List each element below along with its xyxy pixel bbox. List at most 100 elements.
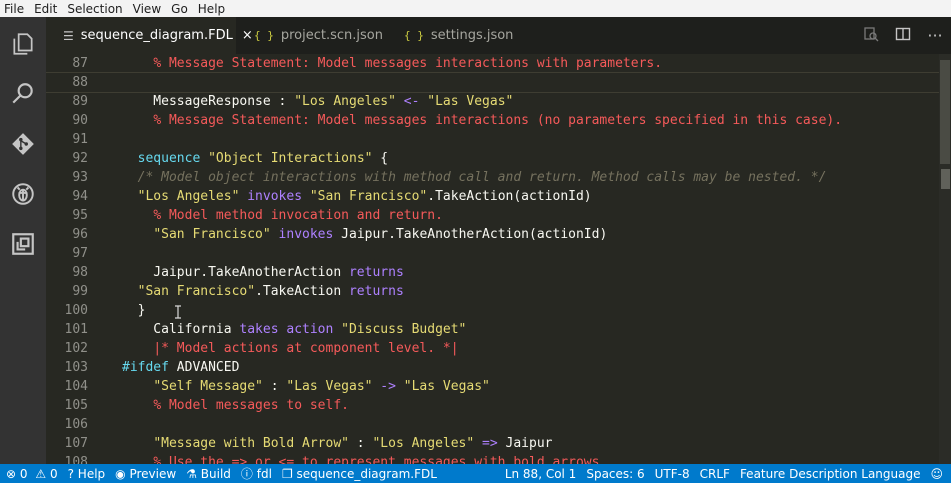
code-line[interactable]: 106: [46, 415, 941, 434]
code-line[interactable]: 101 California takes action "Discuss Bud…: [46, 320, 941, 339]
text-cursor-icon: [174, 305, 182, 319]
fdl-button[interactable]: ⓘ fdl: [236, 465, 277, 482]
code-editor[interactable]: 87 % Message Statement: Model messages i…: [46, 54, 951, 464]
line-number: 96: [72, 227, 88, 242]
code-line[interactable]: 97: [46, 244, 941, 263]
menu-selection[interactable]: Selection: [63, 2, 128, 16]
code-line[interactable]: 105 % Model messages to self.: [46, 396, 941, 415]
line-number: 104: [64, 379, 88, 394]
extensions-icon[interactable]: [8, 229, 38, 259]
line-number: 101: [64, 322, 88, 337]
code-token: invokes: [270, 227, 342, 242]
code-token: takes action: [239, 322, 334, 337]
line-number: 105: [64, 398, 88, 413]
line-number: 92: [72, 151, 88, 166]
menu-help[interactable]: Help: [194, 2, 231, 16]
info-icon: ⓘ: [240, 467, 253, 481]
problems-indicator[interactable]: ⊗ 0 ⚠ 0: [0, 467, 63, 481]
code-token: California: [122, 322, 240, 337]
tab-project-scn-json[interactable]: { } project.scn.json: [236, 17, 386, 54]
code-line[interactable]: 87 % Message Statement: Model messages i…: [46, 54, 941, 73]
encoding[interactable]: UTF-8: [650, 467, 695, 481]
code-token: ADVANCED: [168, 360, 240, 375]
code-line[interactable]: 88: [46, 72, 942, 93]
open-preview-icon[interactable]: [855, 26, 887, 46]
code-token: "Los Angeles": [137, 189, 240, 204]
code-text: % Model method invocation and return.: [122, 206, 443, 225]
code-line[interactable]: 102 |* Model actions at component level.…: [46, 339, 941, 358]
line-ending[interactable]: CRLF: [695, 467, 735, 481]
help-button[interactable]: ? Help: [63, 467, 111, 481]
scrollbar-marker: [941, 169, 950, 189]
line-number: 94: [72, 189, 88, 204]
build-label: Build: [200, 466, 231, 481]
code-line[interactable]: 95 % Model method invocation and return.: [46, 206, 941, 225]
code-line[interactable]: 108 % Use the => or <= to represent mess…: [46, 453, 941, 464]
source-control-icon[interactable]: [8, 129, 38, 159]
search-icon[interactable]: [8, 79, 38, 109]
split-editor-icon[interactable]: [887, 26, 919, 46]
code-line[interactable]: 92 sequence "Object Interactions" {: [46, 149, 941, 168]
scrollbar-thumb[interactable]: [940, 60, 950, 164]
code-token: % Message Statement: Model messages inte…: [153, 56, 663, 71]
debug-icon[interactable]: [8, 179, 38, 209]
line-number: 98: [72, 265, 88, 280]
indentation[interactable]: Spaces: 6: [581, 467, 649, 481]
code-line[interactable]: 96 "San Francisco" invokes Jaipur.TakeAn…: [46, 225, 941, 244]
file-indicator[interactable]: ❐ sequence_diagram.FDL: [277, 467, 442, 481]
code-line[interactable]: 103 #ifdef ADVANCED: [46, 358, 941, 377]
line-number: 95: [72, 208, 88, 223]
line-number: 108: [64, 455, 88, 464]
code-line[interactable]: 99 "San Francisco".TakeAction returns: [46, 282, 941, 301]
line-number: 100: [64, 303, 88, 318]
tab-bar: ☰ sequence_diagram.FDL × { } project.scn…: [46, 17, 951, 54]
build-button[interactable]: ⚗ Build: [181, 467, 236, 481]
code-token: "Los Angeles": [372, 436, 475, 451]
preview-button[interactable]: ◉ Preview: [110, 467, 181, 481]
code-line[interactable]: 89 MessageResponse : "Los Angeles" <- "L…: [46, 92, 941, 111]
json-icon: { }: [254, 29, 274, 42]
more-actions-icon[interactable]: ···: [919, 26, 951, 45]
explorer-icon[interactable]: [8, 29, 38, 59]
code-line[interactable]: 90 % Message Statement: Model messages i…: [46, 111, 941, 130]
code-token: % Model method invocation and return.: [153, 208, 443, 223]
code-line[interactable]: 104 "Self Message" : "Las Vegas" -> "Las…: [46, 377, 941, 396]
error-count: 0: [19, 466, 28, 481]
menu-view[interactable]: View: [129, 2, 167, 16]
warning-count: 0: [49, 466, 58, 481]
tab-label: settings.json: [430, 28, 514, 43]
code-token: % Message Statement: Model messages inte…: [153, 113, 843, 128]
line-number: 103: [64, 360, 88, 375]
vertical-scrollbar[interactable]: [939, 54, 951, 464]
line-number: 107: [64, 436, 88, 451]
warning-icon: ⚠: [35, 466, 47, 481]
code-line[interactable]: 93 /* Model object interactions with met…: [46, 168, 941, 187]
feedback-smiley-icon[interactable]: ☺: [925, 467, 951, 481]
tab-settings-json[interactable]: { } settings.json: [386, 17, 526, 54]
code-line[interactable]: 107 "Message with Bold Arrow" : "Los Ang…: [46, 434, 941, 453]
menu-go[interactable]: Go: [167, 2, 194, 16]
code-text: "Los Angeles" invokes "San Francisco".Ta…: [122, 187, 592, 206]
cursor-position[interactable]: Ln 88, Col 1: [500, 467, 582, 481]
code-text: |* Model actions at component level. *|: [122, 339, 458, 358]
code-token: returns: [348, 265, 404, 280]
menu-bar: File Edit Selection View Go Help: [0, 0, 951, 17]
code-token: Jaipur: [505, 436, 553, 451]
code-text: % Use the => or <= to represent messages…: [122, 453, 607, 464]
code-line[interactable]: 98 Jaipur.TakeAnotherAction returns: [46, 263, 941, 282]
menu-file[interactable]: File: [0, 2, 30, 16]
menu-edit[interactable]: Edit: [30, 2, 63, 16]
eye-icon: ◉: [115, 466, 126, 481]
code-line[interactable]: 91: [46, 130, 941, 149]
code-text: "Self Message" : "Las Vegas" -> "Las Veg…: [122, 377, 490, 396]
tab-sequence-diagram[interactable]: ☰ sequence_diagram.FDL ×: [46, 17, 253, 54]
language-mode[interactable]: Feature Description Language: [735, 467, 926, 481]
code-line[interactable]: 94 "Los Angeles" invokes "San Francisco"…: [46, 187, 941, 206]
line-number: 87: [72, 56, 88, 71]
